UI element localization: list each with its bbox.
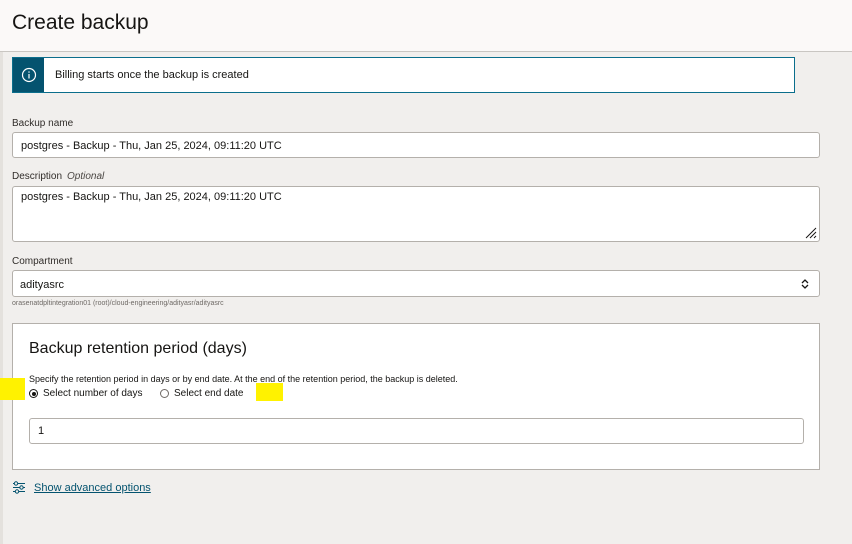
info-icon [13, 58, 44, 92]
description-label-text: Description [12, 171, 63, 182]
compartment-label: Compartment [12, 256, 73, 267]
window-edge [0, 0, 3, 544]
compartment-path: orasenatdpltintegration01 (root)/cloud-e… [12, 300, 224, 307]
retention-description: Specify the retention period in days or … [29, 374, 458, 384]
retention-panel: Backup retention period (days) Specify t… [12, 323, 820, 470]
optional-tag: Optional [67, 171, 105, 182]
radio-unchecked-icon[interactable] [160, 389, 169, 398]
chevron-updown-icon [801, 279, 809, 289]
retention-days-input[interactable]: 1 [29, 418, 804, 444]
backup-name-label: Backup name [12, 118, 74, 129]
highlight-marker-left [0, 378, 25, 400]
page-header: Create backup [0, 0, 852, 52]
radio-number-of-days-label: Select number of days [43, 388, 143, 399]
compartment-value: adityasrc [20, 279, 65, 291]
description-textarea[interactable]: postgres - Backup - Thu, Jan 25, 2024, 0… [12, 186, 820, 242]
info-banner: Billing starts once the backup is create… [12, 57, 795, 93]
retention-title: Backup retention period (days) [29, 340, 247, 357]
radio-end-date[interactable]: Select end date [160, 388, 244, 399]
page-title: Create backup [12, 11, 149, 34]
show-advanced-options-link[interactable]: Show advanced options [34, 482, 151, 494]
show-advanced-options[interactable]: Show advanced options [12, 481, 151, 494]
retention-days-value: 1 [38, 425, 45, 437]
highlight-marker-right [256, 383, 283, 401]
radio-end-date-label: Select end date [174, 388, 244, 399]
sliders-icon [13, 481, 25, 494]
backup-name-value: postgres - Backup - Thu, Jan 25, 2024, 0… [21, 140, 282, 152]
description-label: Description Optional [12, 171, 104, 182]
banner-text: Billing starts once the backup is create… [55, 69, 249, 81]
radio-number-of-days[interactable]: Select number of days [29, 388, 143, 399]
resize-grip-icon[interactable] [805, 227, 817, 239]
compartment-select[interactable]: adityasrc [12, 270, 820, 297]
backup-name-input[interactable]: postgres - Backup - Thu, Jan 25, 2024, 0… [12, 132, 820, 158]
description-value: postgres - Backup - Thu, Jan 25, 2024, 0… [21, 191, 282, 203]
radio-checked-icon[interactable] [29, 389, 38, 398]
